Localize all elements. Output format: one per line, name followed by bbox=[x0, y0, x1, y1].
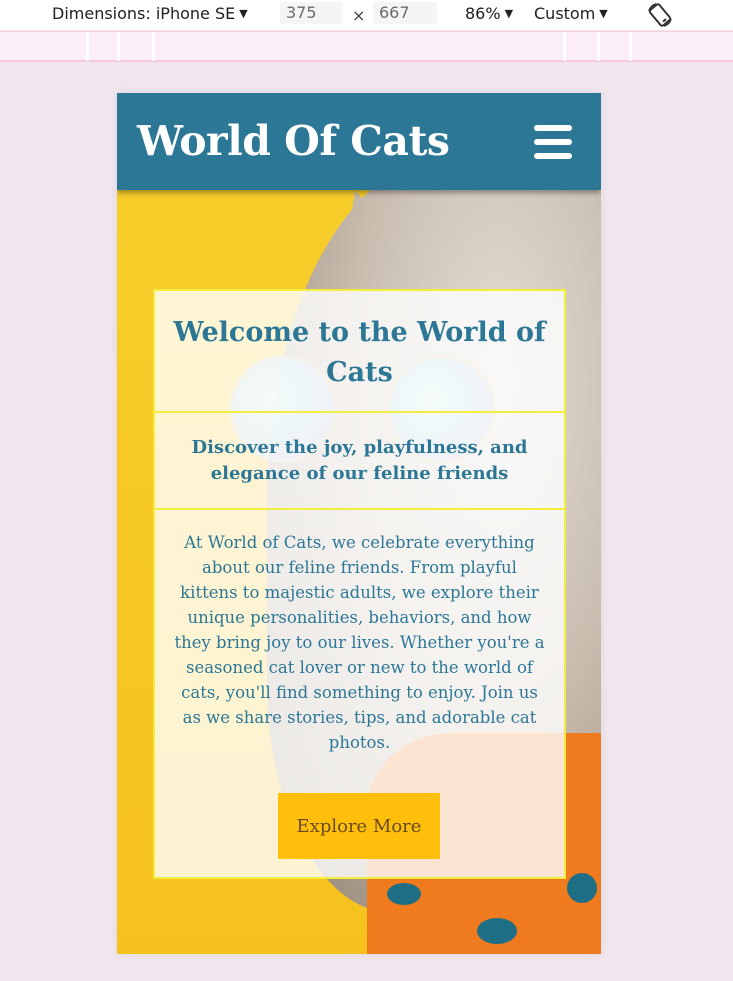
media-query-marker[interactable] bbox=[117, 32, 120, 61]
device-toolbar: Dimensions: iPhone SE ▼ 375 × 667 86% ▼ Cu… bbox=[0, 0, 733, 30]
times-icon: × bbox=[352, 6, 366, 25]
welcome-tagline: Discover the joy, playfulness, and elega… bbox=[155, 413, 564, 510]
shirt-pattern-shape bbox=[477, 918, 517, 944]
hamburger-menu-icon[interactable] bbox=[534, 125, 572, 159]
height-input[interactable]: 667 bbox=[373, 2, 437, 24]
shirt-pattern-shape bbox=[387, 883, 421, 905]
zoom-dropdown[interactable]: 86% ▼ bbox=[465, 4, 513, 23]
throttle-dropdown[interactable]: Custom ▼ bbox=[534, 4, 608, 23]
zoom-label: 86% bbox=[465, 4, 501, 23]
dimensions-label: Dimensions: iPhone SE bbox=[52, 4, 236, 23]
chevron-down-icon: ▼ bbox=[599, 7, 608, 20]
media-query-marker[interactable] bbox=[86, 32, 89, 61]
site-header: World Of Cats bbox=[117, 93, 601, 190]
menu-bar bbox=[534, 139, 572, 145]
welcome-heading: Welcome to the World of Cats bbox=[155, 291, 564, 413]
shirt-pattern-shape bbox=[567, 873, 597, 903]
rotate-icon-graphic bbox=[648, 3, 672, 27]
media-query-marker[interactable] bbox=[629, 32, 632, 61]
throttle-label: Custom bbox=[534, 4, 596, 23]
dimensions-dropdown[interactable]: Dimensions: iPhone SE ▼ bbox=[52, 4, 248, 23]
rotate-icon[interactable] bbox=[646, 1, 674, 29]
menu-bar bbox=[534, 153, 572, 159]
explore-more-button[interactable]: Explore More bbox=[278, 793, 440, 859]
media-query-bar bbox=[0, 31, 733, 62]
welcome-card: Welcome to the World of Cats Discover th… bbox=[153, 289, 566, 879]
media-query-marker[interactable] bbox=[152, 32, 155, 61]
menu-bar bbox=[534, 125, 572, 131]
emulated-viewport: World Of Cats Welcome to the World of Ca… bbox=[117, 93, 601, 954]
media-query-marker[interactable] bbox=[563, 32, 566, 61]
chevron-down-icon: ▼ bbox=[239, 7, 248, 20]
media-query-marker[interactable] bbox=[597, 32, 600, 61]
welcome-description: At World of Cats, we celebrate everythin… bbox=[174, 533, 545, 752]
width-input[interactable]: 375 bbox=[280, 2, 342, 24]
chevron-down-icon: ▼ bbox=[504, 7, 514, 20]
site-title[interactable]: World Of Cats bbox=[137, 117, 450, 165]
